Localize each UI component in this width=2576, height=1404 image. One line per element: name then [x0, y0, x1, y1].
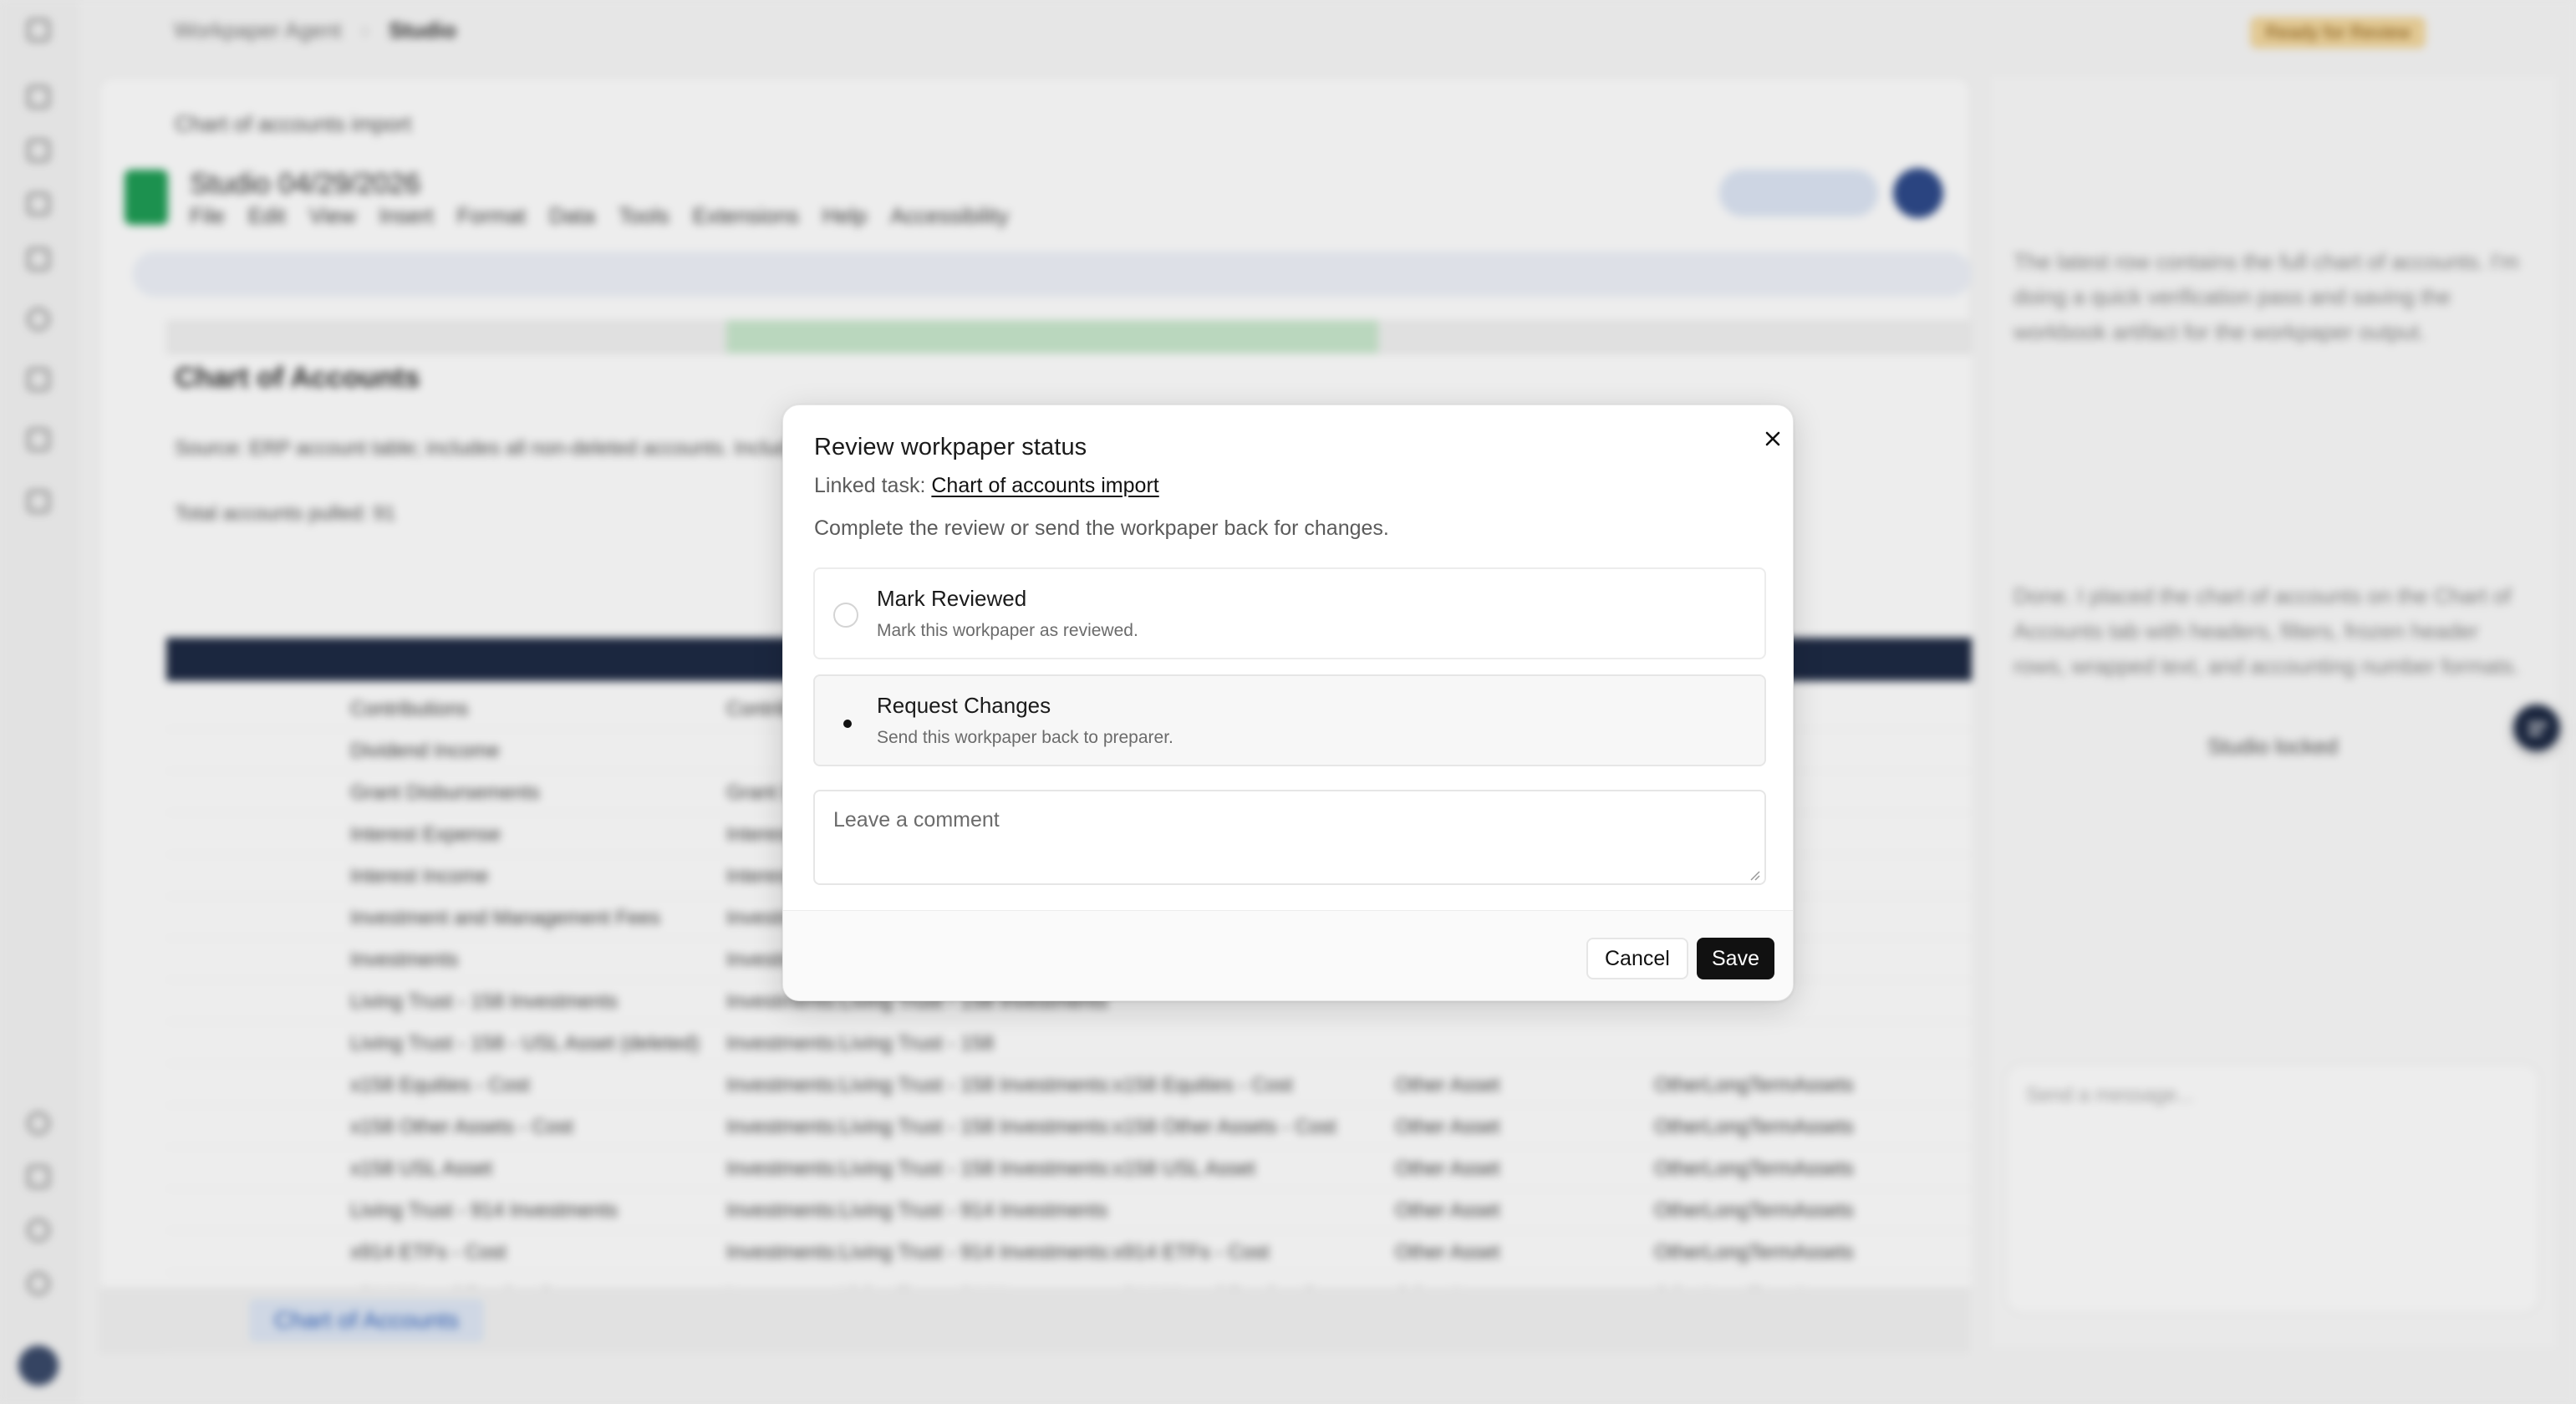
- option-label: Request Changes: [877, 693, 1051, 718]
- save-button[interactable]: Save: [1697, 938, 1774, 979]
- review-status-dialog: Review workpaper status Linked task: Cha…: [782, 404, 1794, 1001]
- linked-task-row: Linked task: Chart of accounts import: [814, 474, 1159, 498]
- option-request-changes[interactable]: Request Changes Send this workpaper back…: [813, 674, 1766, 766]
- close-icon: [1765, 431, 1780, 446]
- radio-request-changes[interactable]: [833, 710, 858, 735]
- dialog-title: Review workpaper status: [814, 434, 1087, 460]
- dialog-footer: Cancel Save: [783, 910, 1793, 1000]
- linked-task-prefix: Linked task:: [814, 474, 926, 497]
- close-button[interactable]: [1758, 424, 1788, 454]
- option-description: Mark this workpaper as reviewed.: [877, 621, 1138, 640]
- option-description: Send this workpaper back to preparer.: [877, 728, 1173, 747]
- linked-task-link[interactable]: Chart of accounts import: [931, 474, 1158, 497]
- radio-mark-reviewed[interactable]: [833, 603, 858, 628]
- option-label: Mark Reviewed: [877, 586, 1027, 611]
- comment-field[interactable]: [813, 790, 1766, 885]
- dialog-description: Complete the review or send the workpape…: [814, 516, 1389, 540]
- cancel-button[interactable]: Cancel: [1586, 938, 1688, 979]
- option-mark-reviewed[interactable]: Mark Reviewed Mark this workpaper as rev…: [813, 567, 1766, 659]
- resize-handle-icon[interactable]: [1748, 868, 1761, 882]
